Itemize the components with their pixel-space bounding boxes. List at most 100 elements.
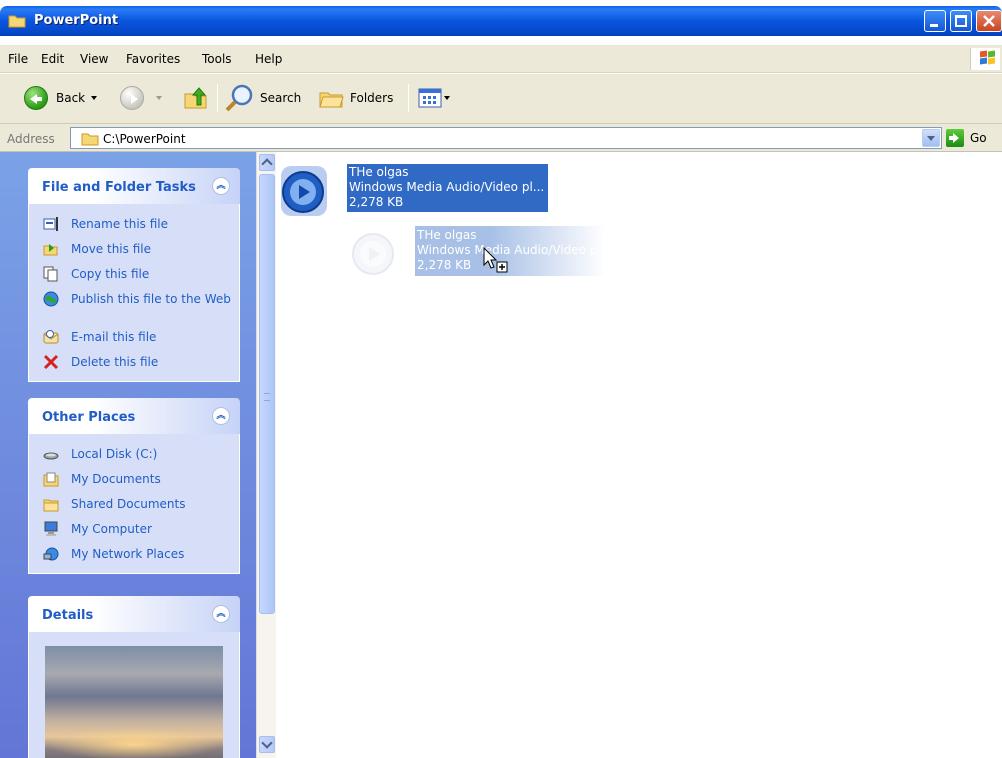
forward-button[interactable] <box>120 83 162 113</box>
folders-button[interactable]: Folders <box>318 83 393 113</box>
views-dropdown-icon[interactable] <box>444 96 450 100</box>
file-name: THe olgas <box>349 165 409 179</box>
window-title: PowerPoint <box>34 13 119 28</box>
task-email[interactable]: E-mail this file <box>29 325 239 350</box>
move-icon <box>43 244 58 256</box>
place-my-network-places[interactable]: My Network Places <box>29 542 239 567</box>
minimize-button[interactable] <box>924 10 946 32</box>
close-button[interactable] <box>976 10 1002 32</box>
search-button[interactable]: Search <box>224 83 301 113</box>
task-pane-scrollbar[interactable] <box>256 152 276 758</box>
up-folder-icon <box>184 87 207 109</box>
task-label: Delete this file <box>71 355 159 369</box>
up-folder-button[interactable] <box>182 83 210 113</box>
file-label-selected: THe olgas Windows Media Audio/Video pl..… <box>347 164 548 212</box>
task-publish-web[interactable]: Publish this file to the Web <box>29 287 239 325</box>
media-player-icon <box>352 233 394 275</box>
file-view[interactable]: THe olgas Windows Media Audio/Video pl..… <box>277 152 1002 758</box>
place-my-documents[interactable]: My Documents <box>29 467 239 492</box>
address-label: Address <box>7 132 55 146</box>
place-label: Shared Documents <box>71 497 186 511</box>
copy-cursor-icon <box>483 246 508 273</box>
task-move[interactable]: Move this file <box>29 237 239 262</box>
views-icon <box>418 88 442 108</box>
task-label: Publish this file to the Web <box>71 292 231 306</box>
file-folder-tasks-panel: File and Folder Tasks ︽ Rename this file… <box>28 168 240 382</box>
place-label: Local Disk (C:) <box>71 447 158 461</box>
panel-body: Rename this file Move this file Copy thi… <box>28 204 240 382</box>
go-label: Go <box>970 131 987 145</box>
panel-title: File and Folder Tasks <box>42 180 196 195</box>
scroll-thumb[interactable] <box>259 174 275 614</box>
task-label: Rename this file <box>71 217 169 231</box>
folders-icon <box>319 92 344 108</box>
task-pane: File and Folder Tasks ︽ Rename this file… <box>0 152 256 758</box>
shared-documents-icon <box>43 499 59 512</box>
details-thumbnail <box>45 646 223 758</box>
windows-logo-icon <box>970 48 1000 70</box>
go-arrow-icon <box>946 129 964 147</box>
details-panel: Details ︽ <box>28 596 240 758</box>
copy-icon <box>43 266 58 282</box>
collapse-icon[interactable]: ︽ <box>212 177 230 195</box>
drag-ghost: THe olgas Windows Media Audio/Video p 2,… <box>347 226 605 284</box>
menu-view[interactable]: View <box>80 52 108 66</box>
my-computer-icon <box>44 521 58 536</box>
panel-header[interactable]: Details ︽ <box>28 596 240 632</box>
back-button[interactable]: Back <box>24 83 98 113</box>
collapse-icon[interactable]: ︽ <box>212 605 230 623</box>
scroll-up-button[interactable] <box>259 154 275 171</box>
folder-icon <box>81 133 99 146</box>
menu-favorites[interactable]: Favorites <box>126 52 180 66</box>
network-places-icon <box>43 547 59 561</box>
scroll-down-button[interactable] <box>259 736 275 753</box>
drag-ghost-name: THe olgas <box>417 228 477 242</box>
maximize-button[interactable] <box>950 10 972 32</box>
folders-label: Folders <box>350 91 394 105</box>
collapse-icon[interactable]: ︽ <box>212 407 230 425</box>
menu-tools[interactable]: Tools <box>202 52 232 66</box>
search-icon <box>225 84 253 112</box>
maximize-icon <box>955 15 967 27</box>
toolbar: Back Search Folders <box>0 74 1002 124</box>
task-label: E-mail this file <box>71 330 157 344</box>
forward-arrow-icon <box>120 86 144 110</box>
place-label: My Documents <box>71 472 161 486</box>
file-size: 2,278 KB <box>349 195 404 209</box>
panel-title: Other Places <box>42 410 136 425</box>
local-disk-icon <box>43 452 59 460</box>
place-shared-documents[interactable]: Shared Documents <box>29 492 239 517</box>
menu-edit[interactable]: Edit <box>41 52 64 66</box>
publish-web-icon <box>43 291 59 307</box>
panel-header[interactable]: File and Folder Tasks ︽ <box>28 168 240 204</box>
back-label: Back <box>56 91 86 105</box>
panel-body: Local Disk (C:) My Documents Shared Docu… <box>28 434 240 574</box>
file-type: Windows Media Audio/Video pl... <box>349 180 545 194</box>
forward-dropdown-icon[interactable] <box>156 96 162 100</box>
search-label: Search <box>260 91 302 105</box>
menu-file[interactable]: File <box>8 52 28 66</box>
place-label: My Network Places <box>71 547 185 561</box>
views-button[interactable] <box>418 83 450 113</box>
place-my-computer[interactable]: My Computer <box>29 517 239 542</box>
email-icon <box>43 330 59 344</box>
panel-header[interactable]: Other Places ︽ <box>28 398 240 434</box>
task-label: Move this file <box>71 242 151 256</box>
back-dropdown-icon[interactable] <box>91 96 98 100</box>
address-bar: Address C:\PowerPoint Go <box>0 124 1002 152</box>
media-player-icon <box>281 166 327 216</box>
task-rename[interactable]: Rename this file <box>29 212 239 237</box>
menu-help[interactable]: Help <box>255 52 282 66</box>
address-input[interactable]: C:\PowerPoint <box>70 127 942 149</box>
panel-title: Details <box>42 608 94 623</box>
address-dropdown-button[interactable] <box>922 129 940 147</box>
place-label: My Computer <box>71 522 152 536</box>
delete-icon <box>43 354 59 370</box>
go-button[interactable]: Go <box>946 129 987 147</box>
rename-icon <box>43 217 58 231</box>
panel-body <box>28 632 240 758</box>
place-local-disk[interactable]: Local Disk (C:) <box>29 442 239 467</box>
title-bar: PowerPoint <box>0 6 1002 36</box>
task-copy[interactable]: Copy this file <box>29 262 239 287</box>
task-delete[interactable]: Delete this file <box>29 350 239 375</box>
